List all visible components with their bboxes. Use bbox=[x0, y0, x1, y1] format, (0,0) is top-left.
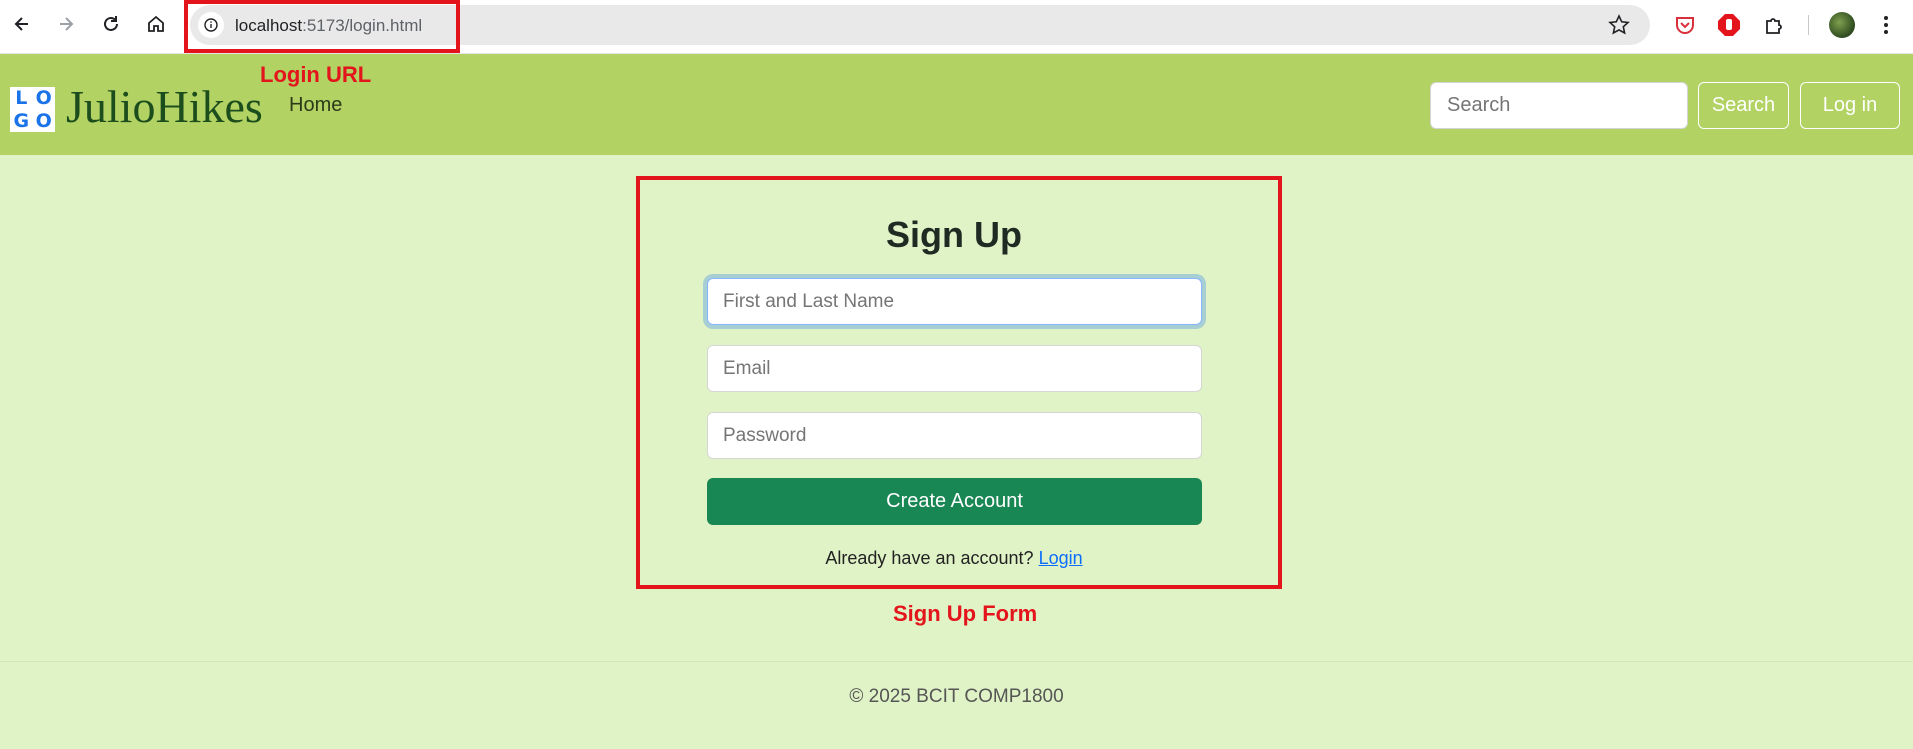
logo-letter: O bbox=[35, 87, 52, 109]
arrow-left-icon bbox=[14, 17, 28, 31]
back-button[interactable] bbox=[7, 9, 37, 39]
signup-form-annotation: Sign Up Form bbox=[893, 601, 1038, 626]
logo-letter: L bbox=[15, 87, 28, 109]
search-input[interactable] bbox=[1430, 82, 1688, 129]
signup-form-highlight bbox=[636, 176, 1282, 589]
footer-divider bbox=[0, 661, 1913, 662]
adblock-extension-icon[interactable] bbox=[1716, 12, 1742, 38]
arrow-right-icon bbox=[60, 17, 74, 31]
logo-letter: G bbox=[13, 109, 30, 132]
extensions-puzzle-icon[interactable] bbox=[1761, 12, 1787, 38]
search-button[interactable]: Search bbox=[1698, 82, 1789, 129]
login-url-highlight bbox=[184, 0, 460, 53]
nav-link-home[interactable]: Home bbox=[289, 94, 342, 117]
forward-button[interactable] bbox=[51, 9, 81, 39]
home-icon bbox=[148, 15, 164, 32]
login-button[interactable]: Log in bbox=[1800, 82, 1900, 129]
more-menu-icon[interactable] bbox=[1873, 12, 1899, 38]
reload-icon bbox=[104, 16, 118, 31]
pocket-extension-icon[interactable] bbox=[1672, 12, 1698, 38]
footer-text: © 2025 BCIT COMP1800 bbox=[849, 686, 1064, 707]
bookmark-star-icon[interactable] bbox=[1608, 14, 1630, 36]
site-logo[interactable]: L O G O bbox=[10, 87, 55, 132]
login-url-annotation: Login URL bbox=[260, 62, 372, 87]
profile-avatar[interactable] bbox=[1829, 12, 1855, 38]
reload-button[interactable] bbox=[96, 9, 126, 39]
toolbar-divider bbox=[1808, 15, 1809, 35]
brand-name[interactable]: JulioHikes bbox=[66, 80, 263, 133]
logo-letter: O bbox=[35, 109, 52, 132]
home-button[interactable] bbox=[141, 9, 171, 39]
